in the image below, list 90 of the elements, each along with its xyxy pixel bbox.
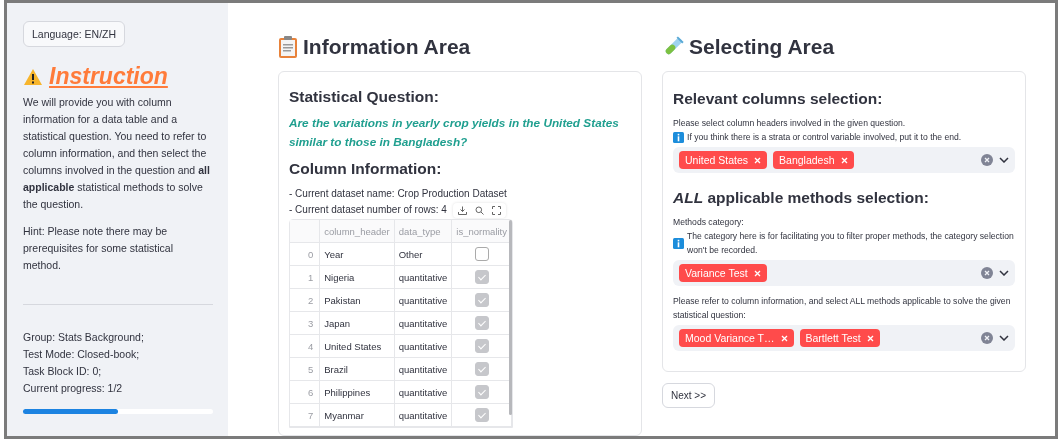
checkbox[interactable] [474,339,489,353]
table-cell: Nigeria [319,265,395,289]
instruction-text: We will provide you with column information for a data table and a statistical question. You need to refer to column information, and then select the columns involved in the question and all applicable statistical methods to solve the question. [23,95,211,212]
tag-label: United States [685,154,749,166]
table-cell: Myanmar [319,403,395,427]
chevron-down-icon[interactable] [999,270,1009,276]
table-cell: Other [394,242,452,266]
column-header: is_normality [451,220,512,243]
clear-icon[interactable] [981,267,993,279]
table-cell: Japan [319,311,395,335]
table-cell: quantitative [394,380,452,404]
close-icon[interactable] [840,156,848,164]
info-icon [673,237,684,249]
row-index: 0 [290,242,320,266]
section-heading: Relevant columns selection: [673,90,884,108]
column-header: data_type [394,220,452,243]
table-cell: quantitative [394,403,452,427]
checkbox[interactable] [474,408,489,422]
clear-icon[interactable] [981,332,993,344]
status-text: Test Mode: Closed-book; [23,347,141,362]
language-button[interactable]: Language: EN/ZH [23,21,126,47]
selected-tag[interactable]: Bartlett Test [799,329,880,347]
selected-tag[interactable]: Mood Variance T… [679,329,794,347]
field-label: Please refer to column information, and select ALL methods applicable to solve the given statistical question: [673,295,1012,322]
table-cell: United States [319,334,395,358]
table-cell: quantitative [394,288,452,312]
checkbox[interactable] [474,270,489,284]
table-cell: Brazil [319,357,395,381]
checkbox[interactable] [474,362,489,376]
section-heading: Column Information: [289,160,443,178]
row-index: 4 [290,334,320,358]
selected-tag[interactable]: United States [679,151,768,169]
info-note: The category here is for facilitating you to filter proper methods, the category selection won't be recorded. [687,230,1015,257]
hint-text: Hint: Please note there may be prerequisites for some statistical method. [23,224,174,273]
warning-icon [23,67,43,86]
multiselect-field[interactable]: Variance Test [673,260,1015,286]
info-note: If you think there is a strata or control variable involved, put it to the end. [687,131,962,144]
chevron-down-icon[interactable] [999,157,1009,163]
tag-label: Mood Variance T… [685,332,775,344]
info-icon [673,131,684,143]
clipboard-icon [278,35,298,59]
checkbox[interactable] [474,316,489,330]
close-icon[interactable] [753,269,761,277]
download-icon[interactable] [457,205,467,215]
scrollbar[interactable] [509,220,512,415]
tag-label: Bartlett Test [805,332,861,344]
tag-label: Variance Test [685,267,748,279]
field-label: Methods category: [673,216,745,229]
clear-icon[interactable] [981,154,993,166]
checkbox[interactable] [474,247,489,261]
column-header: column_header [319,220,395,243]
next-button[interactable]: Next >> [662,383,716,408]
row-index: 1 [290,265,320,289]
instruction-title: Instruction [49,63,168,90]
dataset-name: - Current dataset name: Crop Production Dataset [289,187,508,201]
table-cell: Year [319,242,395,266]
fullscreen-icon[interactable] [491,205,501,215]
search-icon[interactable] [474,205,484,215]
table-cell: Philippines [319,380,395,404]
area-title: Information Area [303,35,471,59]
area-title: Selecting Area [689,35,835,59]
checkbox[interactable] [474,385,489,399]
question-text: Are the variations in yearly crop yields in the United States similar to those in Bangladesh? [289,115,620,151]
row-index: 3 [290,311,320,335]
row-index: 5 [290,357,320,381]
status-text: Task Block ID: 0; [23,364,103,379]
close-icon[interactable] [866,334,874,342]
table-cell: quantitative [394,334,452,358]
multiselect-field[interactable]: Mood Variance T… Bartlett Test [673,325,1015,351]
selected-tag[interactable]: Variance Test [679,264,767,282]
table-cell: quantitative [394,357,452,381]
chevron-down-icon[interactable] [999,335,1009,341]
status-text: Current progress: 1/2 [23,381,124,396]
selected-tag[interactable]: Bangladesh [773,151,854,169]
field-label: Please select column headers involved in the given question. [673,117,907,130]
dataset-rows: - Current dataset number of rows: 4 [289,202,447,218]
table-cell: quantitative [394,265,452,289]
section-heading: Statistical Question: [289,88,440,106]
row-index: 6 [290,380,320,404]
section-heading: ALL applicable methods selection: [673,189,930,207]
close-icon[interactable] [754,156,762,164]
checkbox[interactable] [474,293,489,307]
multiselect-field[interactable]: United States Bangladesh [673,147,1015,173]
tag-label: Bangladesh [779,154,835,166]
status-text: Group: Stats Background; [23,330,145,345]
row-index: 7 [290,403,320,427]
row-index: 2 [290,288,320,312]
close-icon[interactable] [780,334,788,342]
table-cell: quantitative [394,311,452,335]
table-cell: Pakistan [319,288,395,312]
